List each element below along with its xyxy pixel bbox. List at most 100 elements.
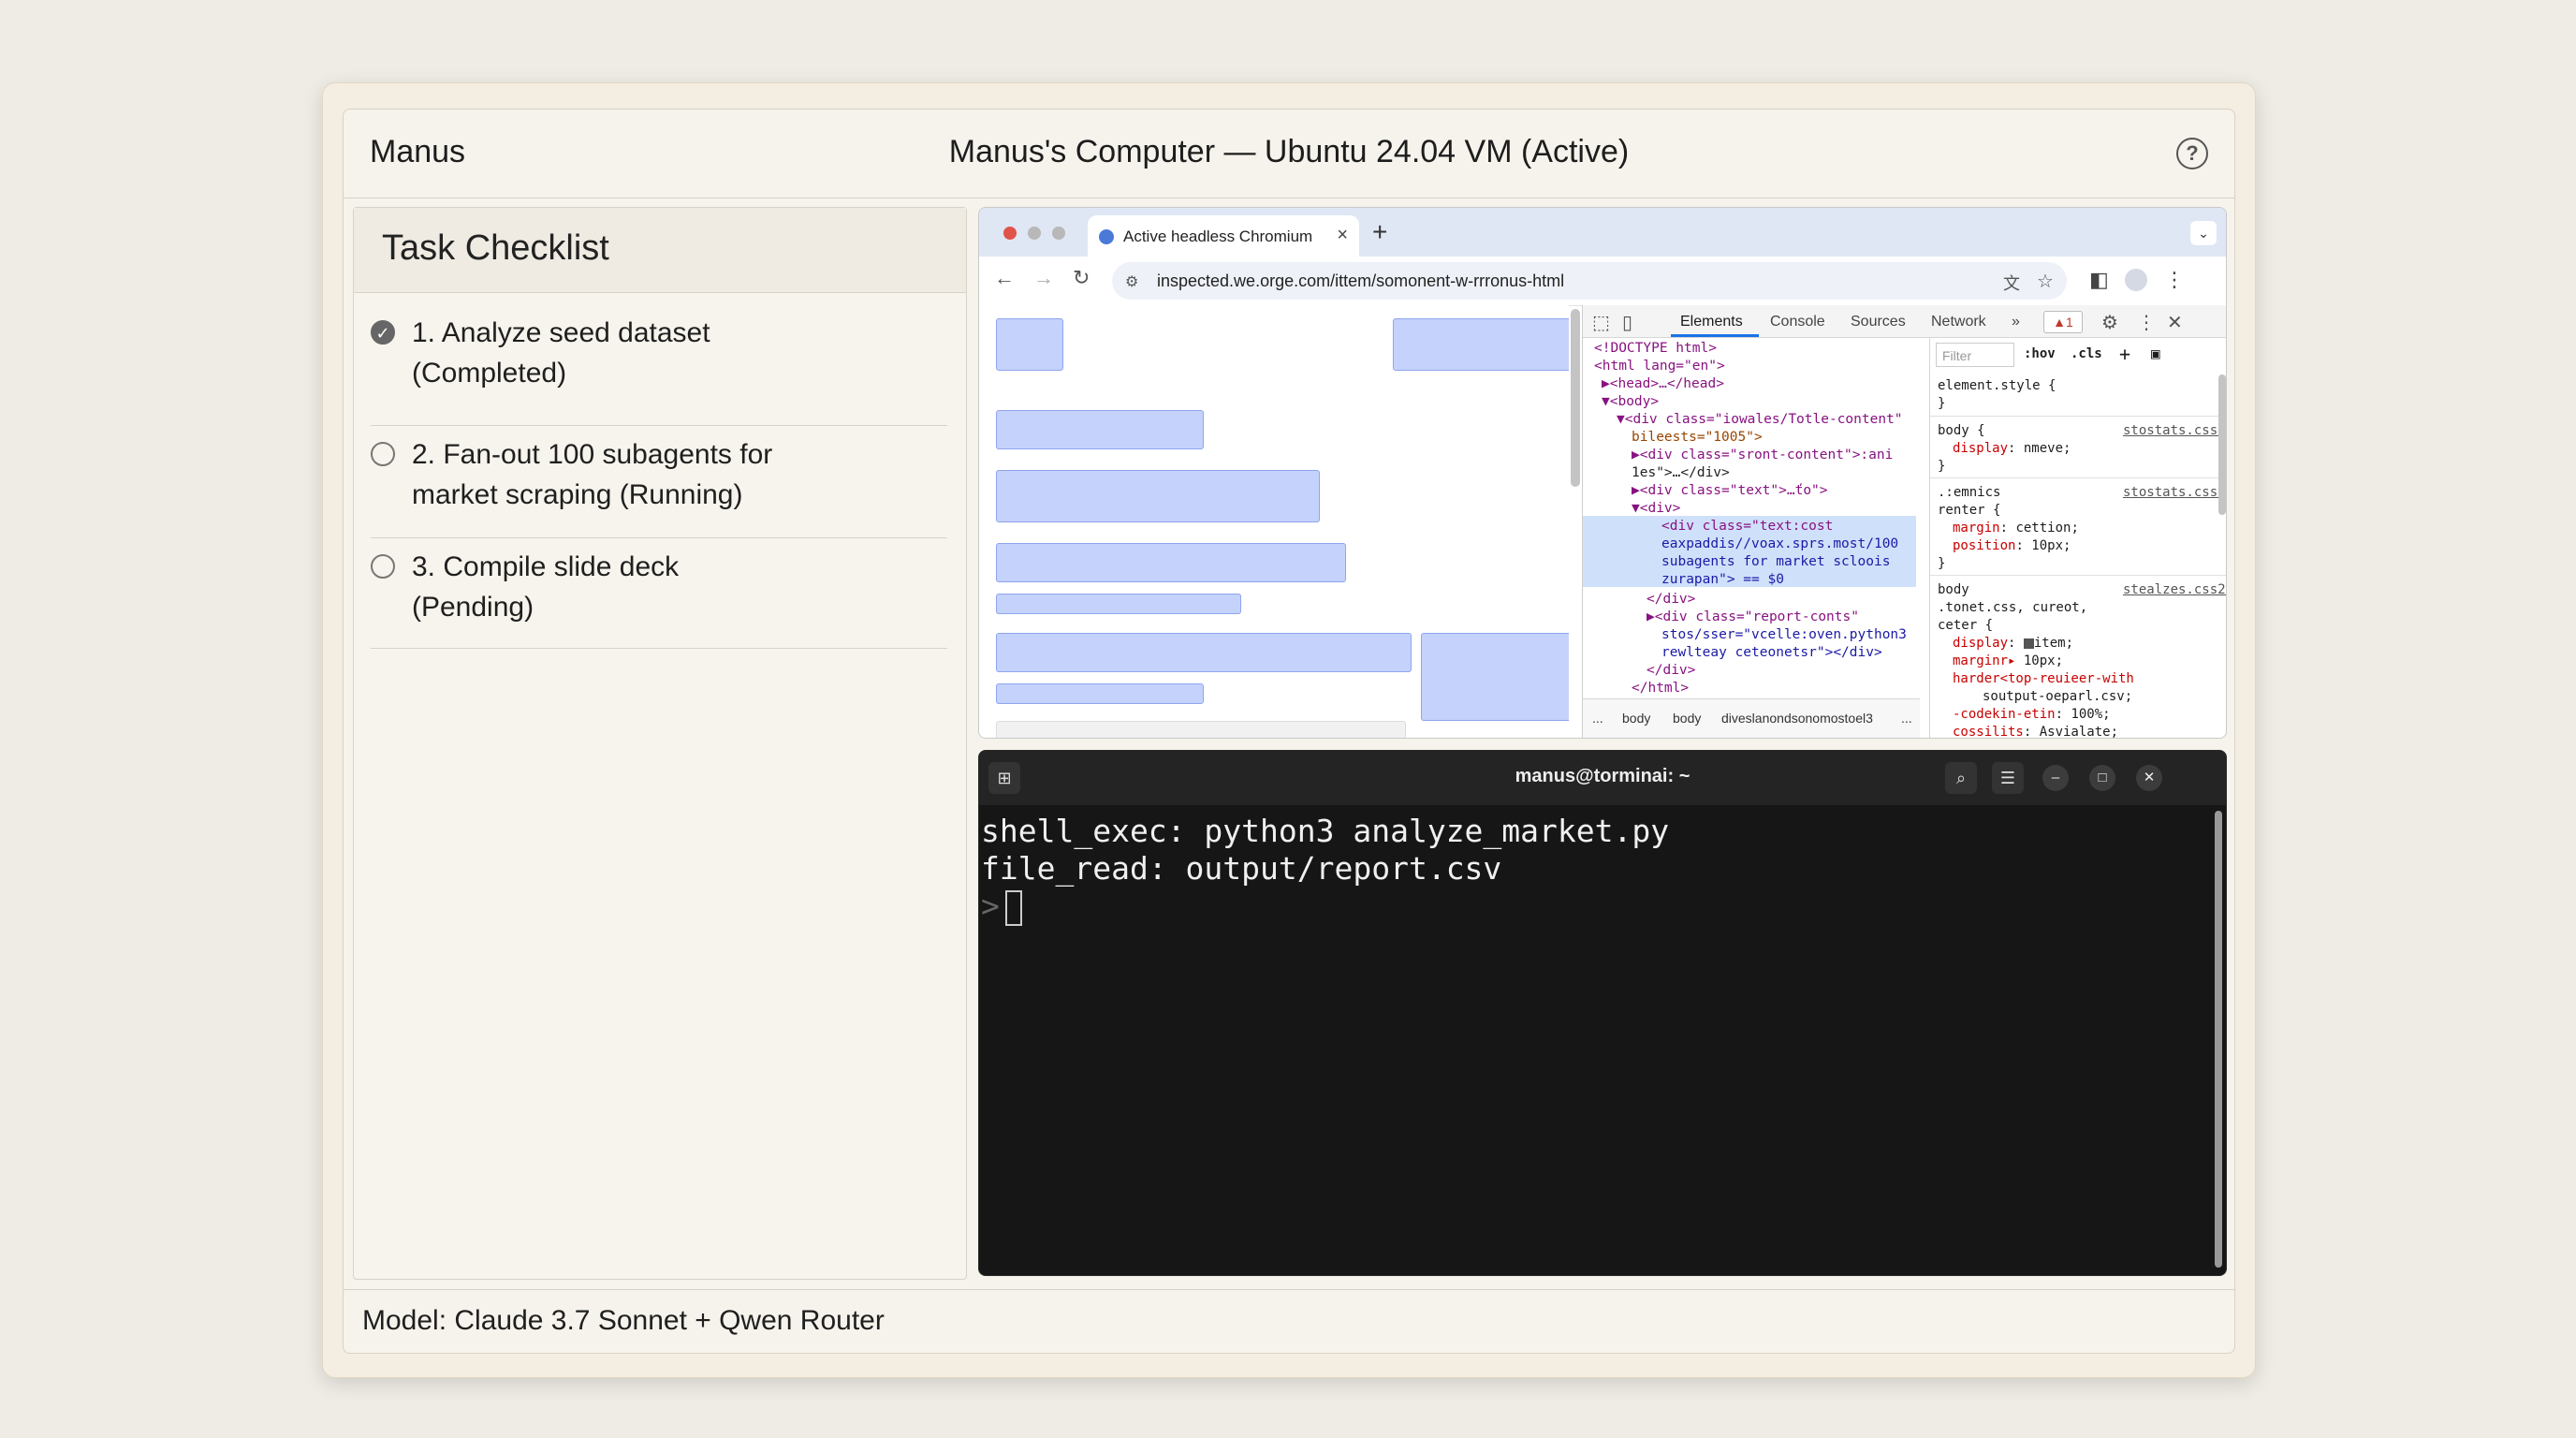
- reload-icon[interactable]: ↻: [1073, 266, 1090, 290]
- breadcrumb-item[interactable]: ...: [1901, 711, 1912, 726]
- terminal-headerbar: ⊞ manus@torminai: ~ ⌕ ☰ – □ ✕: [979, 751, 2226, 805]
- rule-source-link[interactable]: stealzes.css21: [2123, 582, 2226, 597]
- dom-node-selected[interactable]: zurapan"> == $0: [1661, 572, 1784, 590]
- side-panel-icon[interactable]: ◧: [2089, 268, 2109, 292]
- breadcrumb-item[interactable]: ...: [1592, 711, 1603, 726]
- tab-close-icon[interactable]: ×: [1337, 225, 1348, 246]
- rule-selector[interactable]: ceter {: [1938, 618, 1993, 633]
- style-declaration[interactable]: -codekin-etin: 100%;: [1953, 707, 2111, 722]
- tab-elements[interactable]: Elements: [1680, 314, 1743, 330]
- forward-icon[interactable]: →: [1033, 266, 1054, 290]
- inspect-element-icon[interactable]: ⬚: [1592, 311, 1610, 334]
- tab-network[interactable]: Network: [1931, 314, 1986, 330]
- devtools-tabbar: ⬚ ▯ Elements Console Sources Network » ▲…: [1583, 305, 2226, 338]
- profile-avatar-icon[interactable]: [2125, 269, 2147, 291]
- dom-node-selected[interactable]: subagents for market scloois: [1661, 554, 1890, 572]
- dom-node[interactable]: ▶<div class="report-conts": [1647, 609, 1859, 627]
- close-window-icon[interactable]: [1003, 227, 1017, 240]
- dom-node[interactable]: ▶<head>…</head>: [1602, 376, 1724, 394]
- dom-node-selected[interactable]: eaxpaddis//voax.sprs.most/100: [1661, 536, 1898, 554]
- tab-sources[interactable]: Sources: [1851, 314, 1906, 330]
- devtools-close-icon[interactable]: ✕: [2167, 311, 2183, 334]
- rule-selector[interactable]: .tonet.css, cureot,: [1938, 600, 2087, 615]
- browser-tab[interactable]: Active headless Chromium ×: [1088, 215, 1359, 257]
- style-declaration[interactable]: display: item;: [1953, 636, 2073, 651]
- dom-node[interactable]: bileests="1005">: [1632, 430, 1763, 448]
- tab-console[interactable]: Console: [1770, 314, 1825, 330]
- style-declaration[interactable]: cossilits: Asvialate;: [1953, 725, 2118, 738]
- bookmark-star-icon[interactable]: ☆: [2037, 270, 2054, 293]
- style-declaration[interactable]: harder<top-reuieer-with: [1953, 671, 2134, 686]
- dom-node-selected[interactable]: <div class="text:cost: [1661, 519, 1833, 536]
- dom-node[interactable]: rewlteay ceteonetsr"></div>: [1661, 645, 1882, 663]
- dom-node[interactable]: ▶<div class="sront-content">:ani: [1632, 448, 1893, 465]
- device-toolbar-icon[interactable]: ▯: [1622, 311, 1632, 334]
- dom-node[interactable]: <html lang="en">: [1594, 359, 1725, 376]
- breadcrumb-item[interactable]: body: [1622, 711, 1650, 726]
- browser-menu-icon[interactable]: ⋮: [2164, 268, 2185, 292]
- rule-selector[interactable]: renter {: [1938, 503, 2000, 518]
- rule-source-link[interactable]: stostats.css:3: [2123, 423, 2226, 438]
- issues-badge[interactable]: ▲1: [2043, 311, 2083, 333]
- style-declaration[interactable]: soutput-oeparl.csv;: [1983, 689, 2132, 704]
- terminal-maximize-icon[interactable]: □: [2089, 765, 2115, 791]
- rule-brace: }: [1938, 396, 1946, 411]
- element-style-rule[interactable]: element.style {: [1938, 378, 2056, 393]
- translate-icon[interactable]: 文: [2003, 271, 2020, 295]
- rule-source-link[interactable]: stostats.css:3: [2123, 485, 2226, 500]
- terminal-menu-icon[interactable]: ☰: [1992, 762, 2024, 794]
- dom-node[interactable]: </div>: [1647, 663, 1695, 681]
- terminal-prompt-line[interactable]: >: [981, 888, 1669, 926]
- rule-selector[interactable]: body {: [1938, 423, 1985, 438]
- add-rule-icon[interactable]: +: [2119, 343, 2130, 365]
- model-label: Model: Claude 3.7 Sonnet + Qwen Router: [362, 1305, 885, 1336]
- rule-selector[interactable]: body: [1938, 582, 1969, 597]
- address-bar[interactable]: ⚙ inspected.we.orge.com/ittem/somonent-w…: [1112, 262, 2067, 300]
- terminal-scrollbar[interactable]: [2215, 811, 2222, 1268]
- minimize-window-icon[interactable]: [1028, 227, 1041, 240]
- terminal-close-icon[interactable]: ✕: [2136, 765, 2162, 791]
- page-scrollbar[interactable]: [1571, 309, 1580, 487]
- dom-node[interactable]: 1es">…</div>: [1632, 465, 1730, 483]
- task-item-1[interactable]: ✓ 1. Analyze seed dataset (Completed): [371, 313, 947, 426]
- styles-scrollbar[interactable]: [2218, 374, 2226, 515]
- task-checklist-panel: Task Checklist ✓ 1. Analyze seed dataset…: [353, 207, 967, 1280]
- devtools-menu-icon[interactable]: ⋮: [2137, 311, 2156, 334]
- tab-search-chevron-icon[interactable]: ⌄: [2190, 221, 2217, 245]
- settings-gear-icon[interactable]: ⚙: [2101, 311, 2118, 334]
- terminal-search-icon[interactable]: ⌕: [1945, 762, 1977, 794]
- breadcrumb-item[interactable]: diveslanondsonomostoel3: [1721, 711, 1873, 726]
- new-tab-icon[interactable]: +: [1372, 217, 1387, 247]
- hov-toggle[interactable]: :hov: [2024, 346, 2056, 361]
- task-item-2[interactable]: 2. Fan-out 100 subagents for market scra…: [371, 425, 947, 538]
- terminal-output[interactable]: shell_exec: python3 analyze_market.py fil…: [981, 813, 1669, 926]
- dom-node[interactable]: ▶<div class="text">…ťo">: [1632, 483, 1828, 501]
- dom-node[interactable]: <!DOCTYPE html>: [1594, 341, 1717, 359]
- style-declaration[interactable]: position: 10px;: [1953, 538, 2071, 553]
- task-item-3[interactable]: 3. Compile slide deck (Pending): [371, 537, 947, 649]
- breadcrumb-item[interactable]: body: [1673, 711, 1701, 726]
- styles-filter-input[interactable]: Filter: [1936, 343, 2014, 367]
- maximize-window-icon[interactable]: [1052, 227, 1065, 240]
- style-declaration[interactable]: marginr▸ 10px;: [1953, 653, 2063, 668]
- terminal-minimize-icon[interactable]: –: [2042, 765, 2069, 791]
- site-settings-icon[interactable]: ⚙: [1125, 272, 1138, 291]
- style-declaration[interactable]: display: nmeve;: [1953, 441, 2071, 456]
- rule-selector[interactable]: .:emnics: [1938, 485, 2000, 500]
- devtools-panel: ⬚ ▯ Elements Console Sources Network » ▲…: [1582, 305, 2226, 738]
- dom-node[interactable]: ▼<body>: [1602, 394, 1659, 412]
- dom-node[interactable]: </div>: [1647, 592, 1695, 609]
- cls-toggle[interactable]: .cls: [2071, 346, 2102, 361]
- placeholder-block: [996, 594, 1241, 614]
- dom-node[interactable]: ▼<div>: [1632, 501, 1680, 519]
- rule-divider: [1930, 477, 2226, 478]
- back-icon[interactable]: ←: [994, 266, 1015, 290]
- dom-node[interactable]: stos/sser="vcelle:oven.python3: [1661, 627, 1907, 645]
- toggle-sidebar-icon[interactable]: ▣: [2151, 345, 2160, 362]
- color-swatch-icon[interactable]: [2023, 638, 2034, 649]
- dom-node[interactable]: ▼<div class="iowales/Totle-content": [1617, 412, 1903, 430]
- help-icon[interactable]: ?: [2176, 138, 2208, 169]
- more-tabs-icon[interactable]: »: [2012, 314, 2020, 330]
- style-declaration[interactable]: margin: cettion;: [1953, 521, 2079, 536]
- dom-node[interactable]: </html>: [1632, 681, 1689, 698]
